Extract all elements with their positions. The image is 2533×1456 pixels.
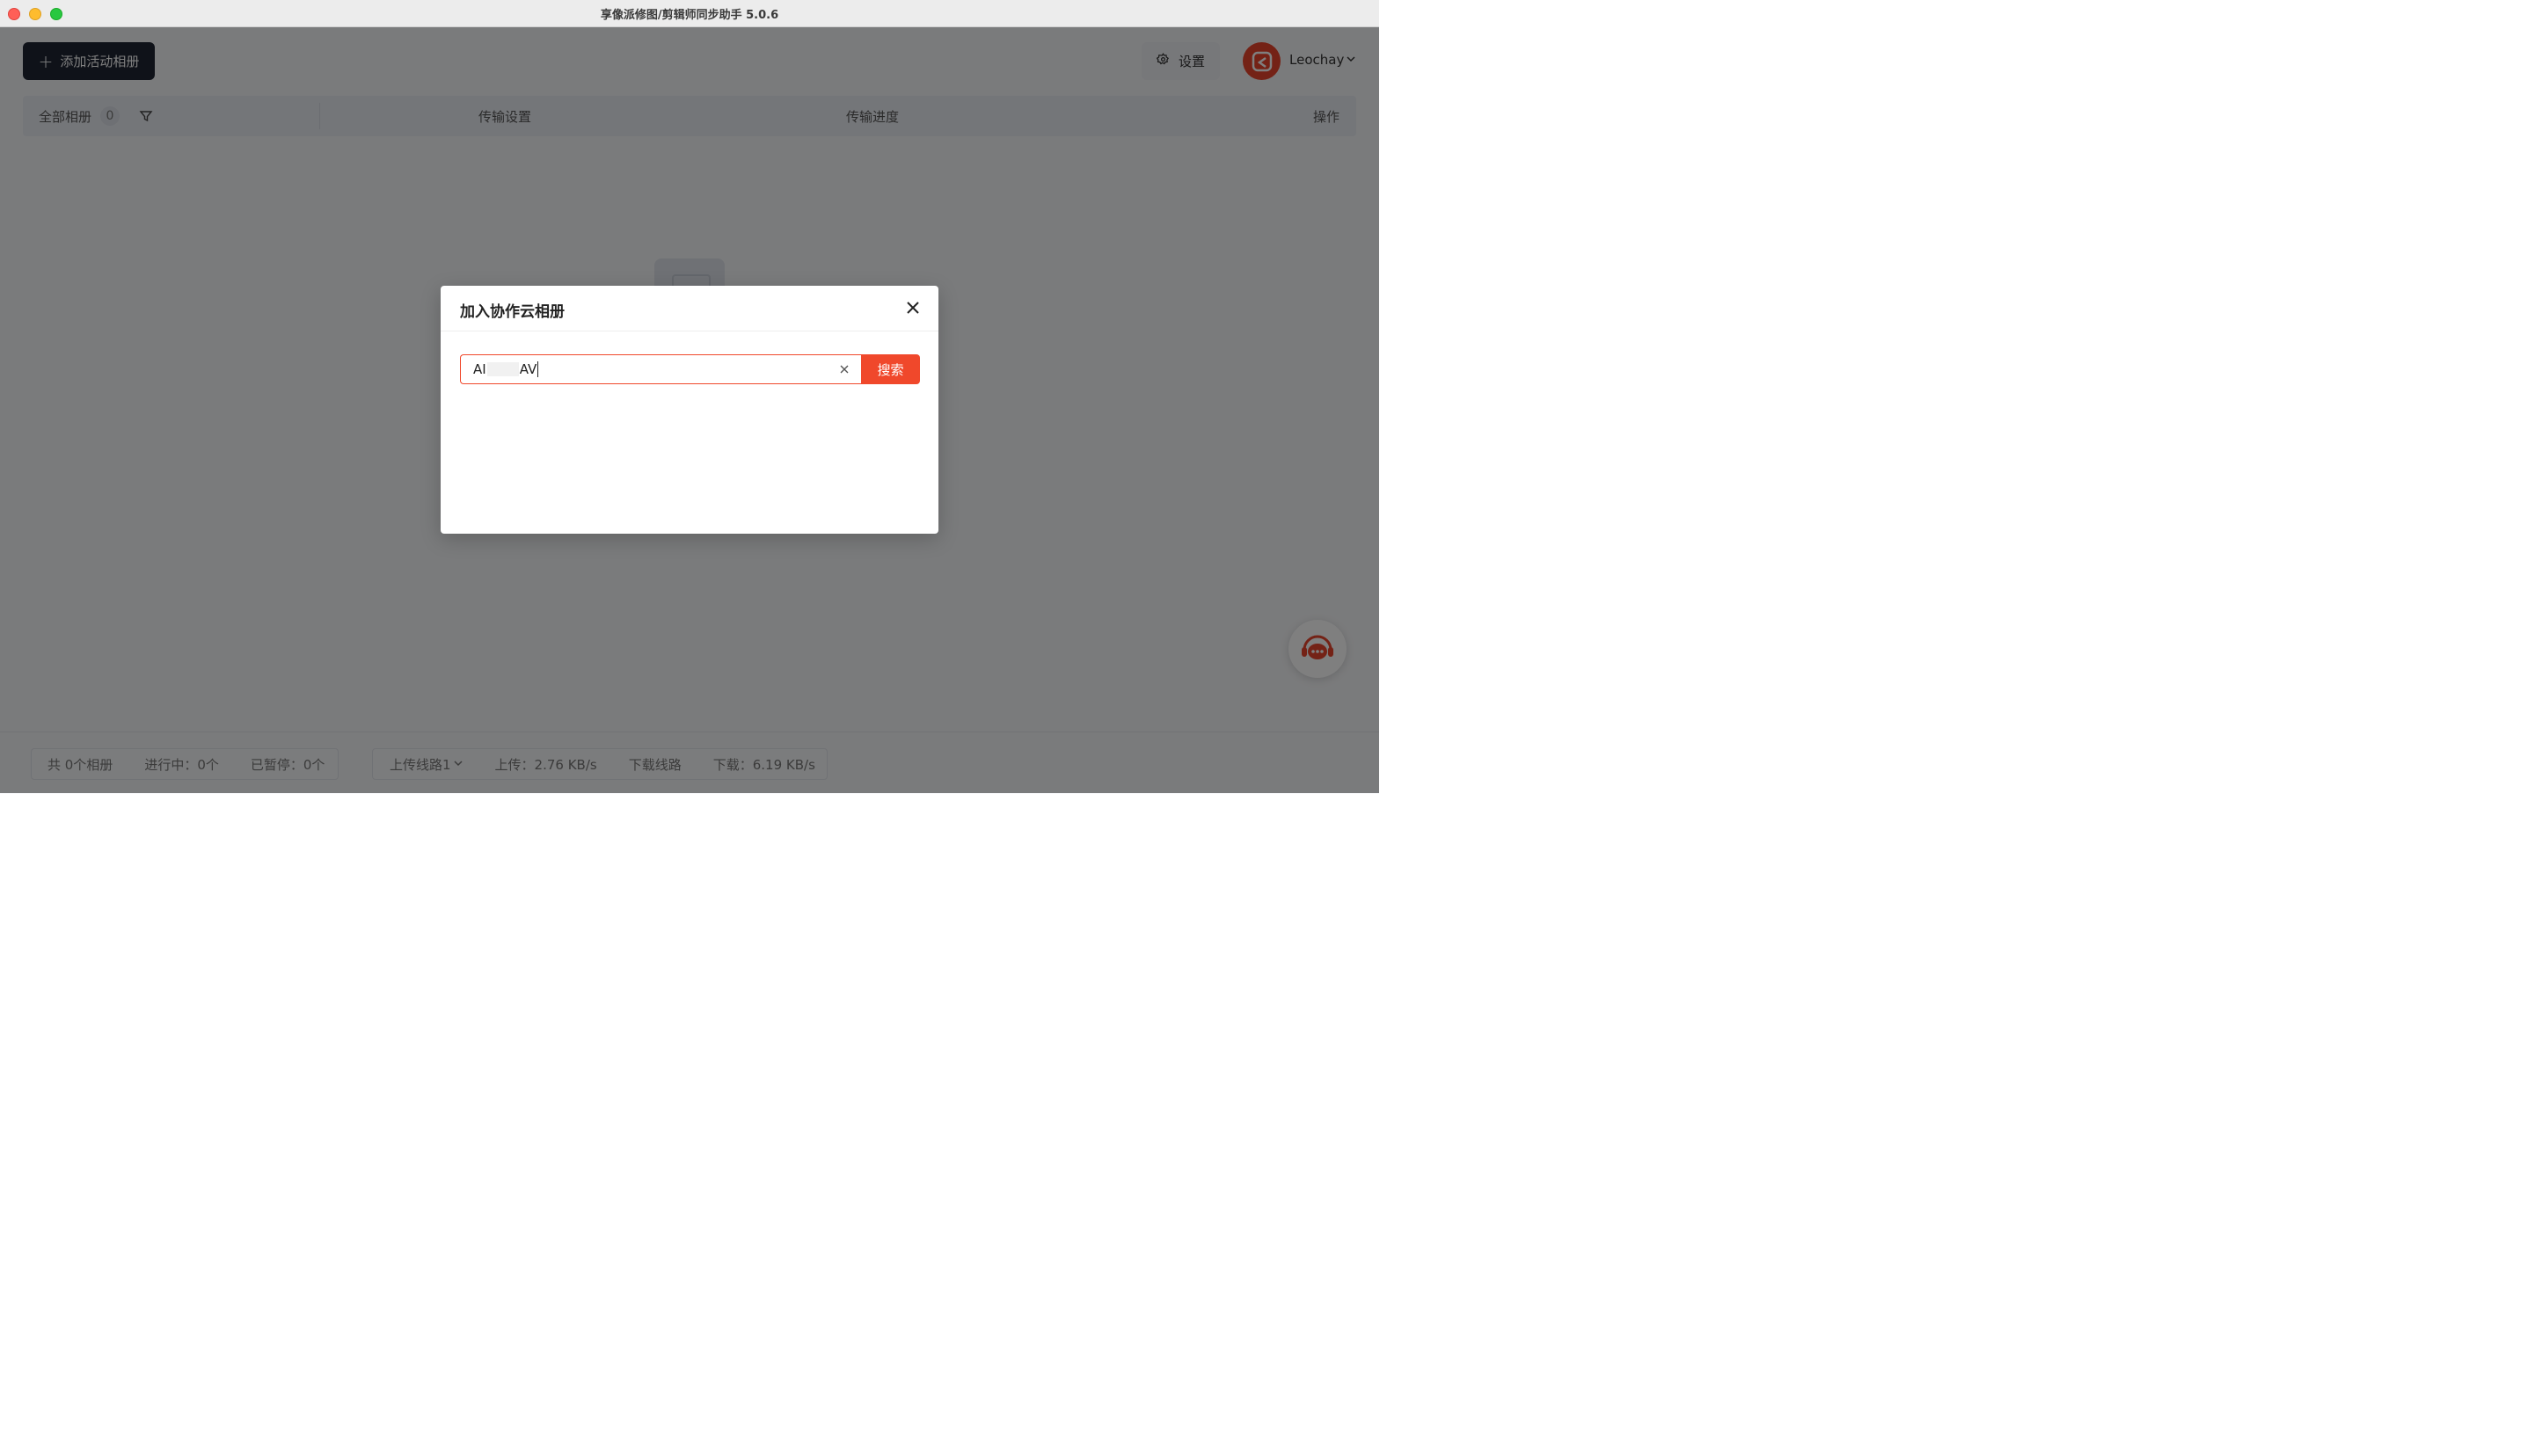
window-controls bbox=[8, 8, 62, 20]
album-code-input[interactable]: AI AV bbox=[460, 354, 861, 384]
window-close-button[interactable] bbox=[8, 8, 20, 20]
redacted-text bbox=[486, 362, 519, 377]
window-title: 享像派修图/剪辑师同步助手 5.0.6 bbox=[600, 8, 779, 22]
text-caret bbox=[537, 361, 539, 378]
close-icon[interactable] bbox=[903, 298, 923, 317]
join-cloud-album-dialog: 加入协作云相册 AI AV 搜索 bbox=[441, 286, 938, 534]
input-value: AI AV bbox=[473, 360, 539, 378]
window-minimize-button[interactable] bbox=[29, 8, 41, 20]
window-titlebar: 享像派修图/剪辑师同步助手 5.0.6 bbox=[0, 0, 1379, 27]
input-value-suffix: AV bbox=[519, 360, 537, 377]
album-search-row: AI AV 搜索 bbox=[460, 354, 920, 384]
dialog-title: 加入协作云相册 bbox=[460, 303, 565, 321]
search-button[interactable]: 搜索 bbox=[861, 354, 920, 384]
window-maximize-button[interactable] bbox=[50, 8, 62, 20]
input-value-prefix: AI bbox=[473, 360, 486, 377]
dialog-header: 加入协作云相册 bbox=[441, 286, 938, 331]
clear-icon[interactable] bbox=[838, 363, 850, 375]
